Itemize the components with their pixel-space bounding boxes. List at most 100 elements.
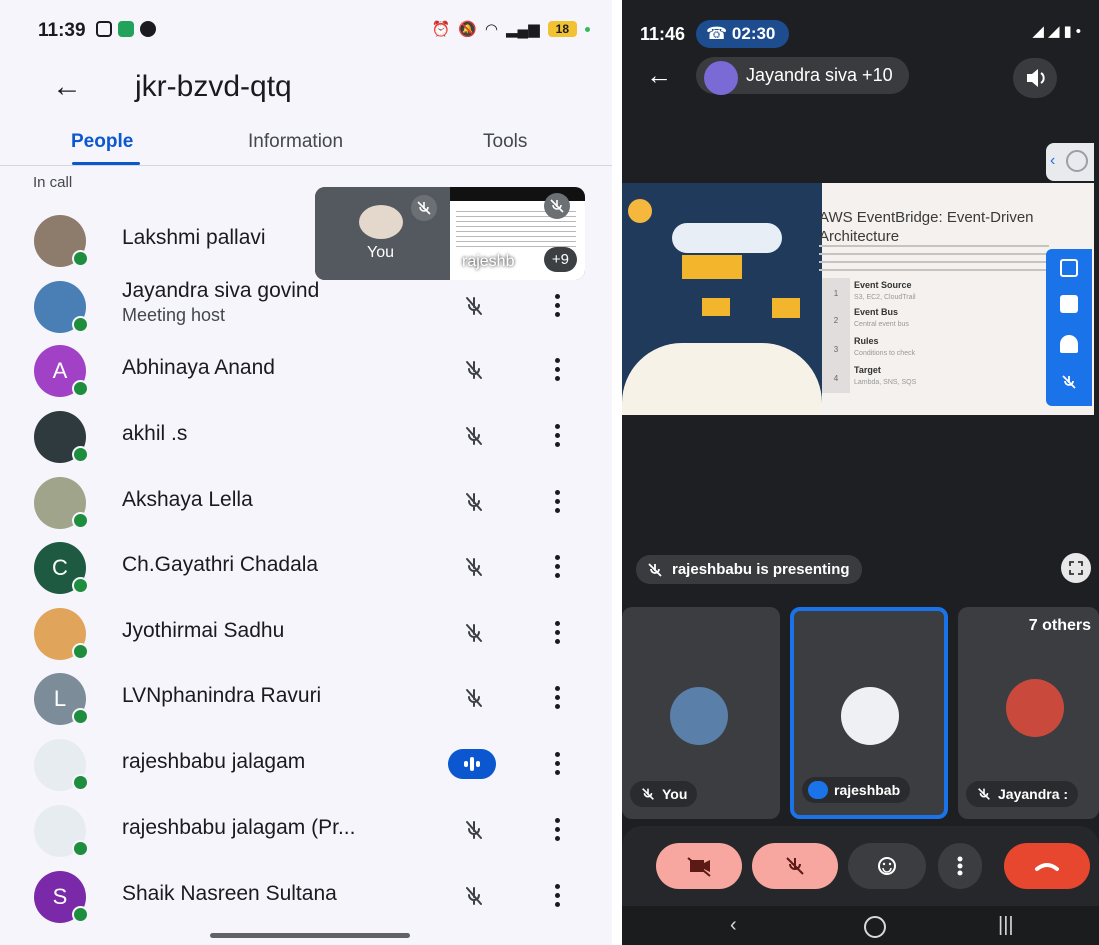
more-options-button[interactable]	[938, 843, 982, 889]
tab-divider	[0, 165, 612, 166]
pip-more-count: +9	[543, 247, 577, 272]
group-avatar	[704, 61, 738, 95]
collapse-side-panel-button[interactable]: ‹	[1046, 143, 1094, 181]
pip-share-mic-off-icon	[544, 193, 570, 219]
more-options-icon[interactable]	[549, 422, 565, 450]
more-options-icon[interactable]	[549, 292, 565, 320]
meeting-code-title: jkr-bzvd-qtq	[135, 70, 292, 103]
more-options-icon[interactable]	[549, 619, 565, 647]
mic-off-icon	[642, 788, 654, 800]
picture-in-picture[interactable]: You rajeshb +9	[315, 187, 585, 280]
participant-row[interactable]: Akshaya Lella	[0, 466, 612, 529]
divider	[612, 0, 622, 945]
wifi-icon: ◠	[484, 21, 498, 38]
mic-off-icon[interactable]	[460, 816, 488, 844]
status-time: 11:39	[38, 20, 86, 41]
tile-rajeshbab[interactable]: rajeshbab	[790, 607, 948, 819]
call-timer-chip[interactable]: ☎ 02:30	[696, 20, 790, 48]
privacy-dot-icon	[585, 26, 590, 32]
self-avatar	[359, 205, 403, 239]
mic-off-icon[interactable]	[460, 488, 488, 516]
fullscreen-button[interactable]	[1061, 553, 1091, 583]
tile-others[interactable]: 7 others Jayandra :	[958, 607, 1099, 819]
nav-recents-icon[interactable]: |||	[998, 914, 1014, 937]
participant-row[interactable]: rajeshbabu jalagam	[0, 728, 612, 791]
tile-you[interactable]: You	[622, 607, 780, 819]
back-arrow-icon[interactable]: ←	[52, 70, 82, 104]
mic-off-icon[interactable]	[460, 356, 488, 384]
online-status-icon	[72, 316, 89, 333]
others-count: 7 others	[1028, 617, 1091, 634]
slide-step-1: 1 Event Source S3, EC2, CloudTrail	[822, 278, 1048, 308]
participant-row[interactable]: S Shaik Nasreen Sultana	[0, 860, 612, 923]
chat-icon[interactable]	[1060, 295, 1078, 313]
more-options-icon[interactable]	[549, 684, 565, 712]
back-arrow-icon[interactable]: ←	[646, 60, 672, 91]
mic-off-icon[interactable]	[460, 553, 488, 581]
participant-row[interactable]: Jyothirmai Sadhu	[0, 597, 612, 660]
hang-up-icon	[1035, 863, 1059, 871]
status-notification-icons	[96, 21, 156, 37]
reactions-button[interactable]	[848, 843, 926, 889]
mic-off-icon[interactable]	[460, 619, 488, 647]
more-options-icon[interactable]	[549, 488, 565, 516]
slide-illustration	[622, 183, 822, 415]
slide-step-3: 3 Rules Conditions to check	[822, 334, 1048, 364]
bell-icon[interactable]	[1060, 335, 1078, 353]
tab-information[interactable]: Information	[248, 131, 343, 153]
speaker-button[interactable]	[1013, 58, 1057, 98]
participant-row[interactable]: L LVNphanindra Ravuri	[0, 662, 612, 725]
mic-off-icon[interactable]	[460, 684, 488, 712]
signal-icon: ◢◢▮•	[1032, 23, 1085, 40]
person-icon	[1066, 150, 1088, 172]
home-indicator[interactable]	[210, 933, 410, 938]
phone-icon: ☎	[706, 24, 732, 43]
end-call-button[interactable]	[1004, 843, 1090, 889]
online-status-icon	[72, 643, 89, 660]
participant-name: LVNphanindra Ravuri	[122, 684, 322, 707]
event-box-illustration	[682, 255, 742, 279]
participant-row[interactable]: akhil .s	[0, 400, 612, 463]
participant-row[interactable]: rajeshbabu jalagam (Pr...	[0, 794, 612, 857]
online-status-icon	[72, 380, 89, 397]
pip-self-tile: You	[315, 187, 450, 280]
calendar-icon[interactable]	[1060, 259, 1078, 277]
section-label-in-call: In call	[33, 174, 73, 191]
mic-off-icon[interactable]	[1060, 373, 1078, 391]
camera-off-button[interactable]	[656, 843, 742, 889]
meeting-participants-chip[interactable]: Jayandra siva +10	[696, 57, 909, 95]
participant-name: Abhinaya Anand	[122, 356, 275, 379]
self-avatar	[670, 687, 728, 745]
mic-off-icon[interactable]	[460, 882, 488, 910]
mute-icon: 🔕	[458, 21, 477, 38]
more-options-icon[interactable]	[549, 816, 565, 844]
presentation-slide[interactable]: AWS EventBridge: Event-Driven Architectu…	[622, 183, 1094, 415]
slide-step-2: 2 Event Bus Central event bus	[822, 305, 1048, 335]
participant-row[interactable]: A Abhinaya Anand	[0, 334, 612, 397]
nav-home-icon[interactable]	[864, 916, 886, 938]
tab-people[interactable]: People	[71, 131, 133, 153]
participants-panel: 11:39 ⏰ 🔕 ◠ ▂▄▆ 18 ← jkr-bzvd-qtq People…	[0, 0, 612, 945]
slide-step-4: 4 Target Lambda, SNS, SQS	[822, 363, 1048, 393]
participant-row[interactable]: C Ch.Gayathri Chadala	[0, 531, 612, 594]
call-timer: 02:30	[731, 24, 776, 43]
more-options-icon[interactable]	[549, 553, 565, 581]
app-notification-icon	[118, 21, 134, 37]
more-vert-icon	[957, 856, 963, 876]
more-options-icon[interactable]	[549, 882, 565, 910]
online-status-icon	[72, 446, 89, 463]
more-options-icon[interactable]	[549, 750, 565, 778]
pip-mic-off-icon	[411, 195, 437, 221]
jayandra-avatar	[1006, 679, 1064, 737]
mic-off-icon[interactable]	[460, 422, 488, 450]
mic-off-icon[interactable]	[460, 292, 488, 320]
pip-presentation-tile: rajeshb +9	[450, 187, 585, 280]
sun-illustration	[628, 199, 652, 223]
nav-back-icon[interactable]: ‹	[730, 914, 737, 937]
more-options-icon[interactable]	[549, 356, 565, 384]
floating-tools-strip	[1046, 249, 1092, 406]
mic-off-button[interactable]	[752, 843, 838, 889]
slide-title: AWS EventBridge: Event-Driven Architectu…	[819, 209, 1034, 245]
tab-tools[interactable]: Tools	[483, 131, 527, 153]
online-status-icon	[72, 250, 89, 267]
